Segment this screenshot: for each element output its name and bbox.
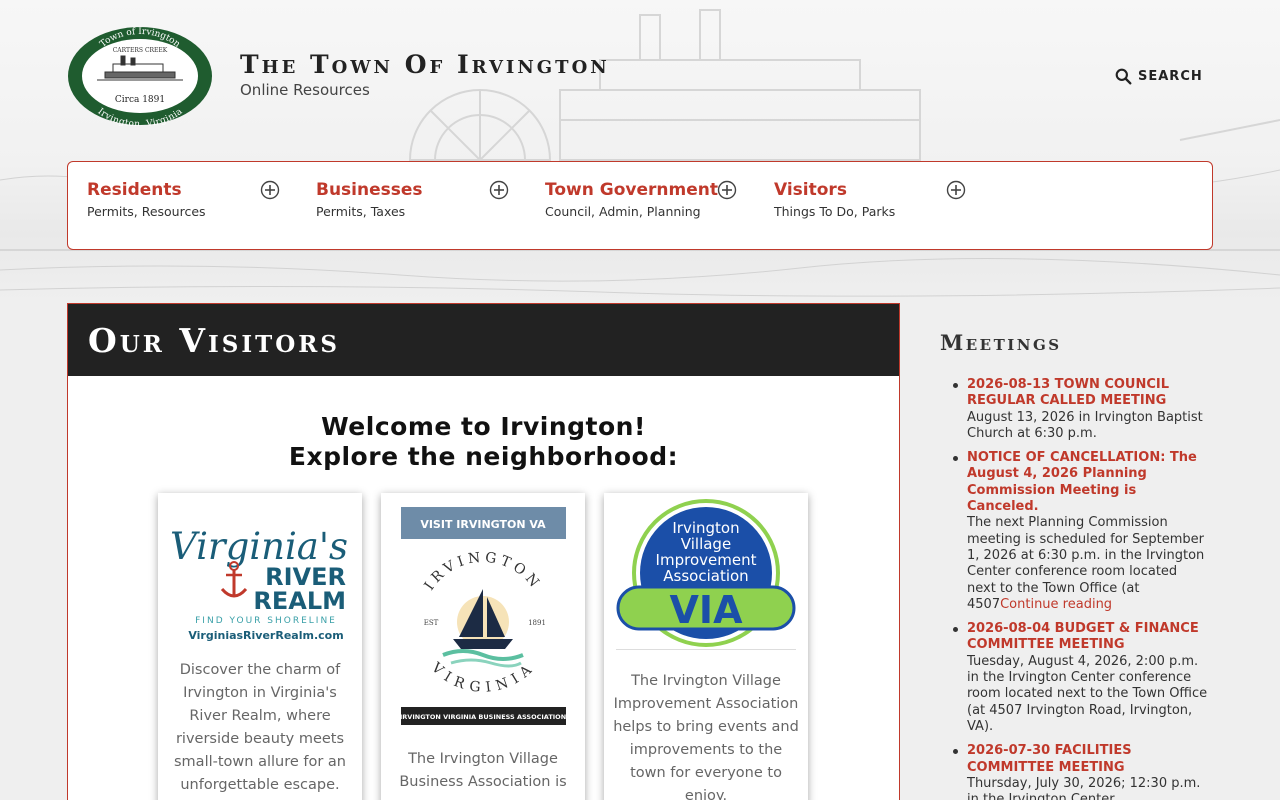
logo-year: 1891: [528, 619, 546, 627]
page-title: Our Visitors: [88, 320, 341, 360]
welcome-heading: Welcome to Irvington! Explore the neighb…: [68, 412, 899, 472]
logo-arc-top: IRVINGTON: [422, 550, 541, 594]
expand-plus-icon[interactable]: [260, 180, 280, 200]
nav-label[interactable]: Town Government: [545, 180, 745, 200]
list-item: NOTICE OF CANCELLATION: The August 4, 20…: [952, 450, 1210, 613]
expand-plus-icon[interactable]: [717, 180, 737, 200]
meeting-description: Thursday, July 30, 2026; 12:30 p.m. in t…: [967, 775, 1201, 800]
nav-label[interactable]: Visitors: [774, 180, 974, 200]
meeting-link[interactable]: 2026-08-13 TOWN COUNCIL REGULAR CALLED M…: [967, 377, 1210, 410]
logo-circa-text: Circa 1891: [115, 95, 165, 105]
site-title[interactable]: The Town Of Irvington: [240, 50, 610, 79]
logo-text: Association: [663, 567, 748, 585]
card-village-improvement[interactable]: Irvington Village Improvement Associatio…: [604, 493, 808, 800]
meetings-sidebar: Meetings 2026-08-13 TOWN COUNCIL REGULAR…: [940, 330, 1210, 800]
meetings-list: 2026-08-13 TOWN COUNCIL REGULAR CALLED M…: [952, 377, 1210, 800]
search-icon: [1115, 68, 1132, 85]
card-description: The Irvington Village Improvement Associ…: [613, 673, 799, 800]
nav-sublabel: Permits, Taxes: [316, 204, 406, 219]
card-river-realm[interactable]: Virginia's RIVER REALM FIND YOUR SHORELI…: [158, 493, 362, 800]
logo-tagline: FIND YOUR SHORELINE: [195, 616, 337, 626]
divider: [616, 649, 796, 650]
page-title-bar: Our Visitors: [68, 304, 899, 376]
main-content: Our Visitors Welcome to Irvington! Explo…: [67, 303, 900, 800]
site-subtitle: Online Resources: [240, 81, 370, 99]
svg-text:IRVINGTON: IRVINGTON: [422, 550, 545, 594]
nav-item-residents[interactable]: Residents Permits, Resources: [87, 180, 287, 219]
card-description: The Irvington Village Business Associati…: [399, 751, 567, 790]
svg-text:VIRGINIA: VIRGINIA: [427, 659, 537, 696]
logo-text: REALM: [253, 587, 346, 615]
nav-sublabel: Things To Do, Parks: [774, 204, 896, 219]
sidebar-heading: Meetings: [940, 330, 1062, 355]
logo-creek-text: CARTERS CREEK: [113, 47, 168, 54]
list-item: 2026-07-30 FACILITIES COMMITTEE MEETING …: [952, 743, 1210, 800]
meeting-description: August 13, 2026 in Irvington Baptist Chu…: [967, 409, 1203, 441]
nav-label[interactable]: Residents: [87, 180, 287, 200]
town-seal-logo[interactable]: Town of Irvington Irvington, Virginia CA…: [67, 26, 213, 130]
meeting-link[interactable]: 2026-08-04 BUDGET & FINANCE COMMITTEE ME…: [967, 621, 1210, 654]
logo-arc-bottom: VIRGINIA: [427, 659, 533, 696]
nav-sublabel: Permits, Resources: [87, 204, 206, 219]
continue-reading-link[interactable]: Continue reading: [1000, 597, 1112, 612]
welcome-line-2: Explore the neighborhood:: [288, 442, 679, 471]
expand-plus-icon[interactable]: [489, 180, 509, 200]
card-business-association[interactable]: VISIT IRVINGTON VA IRVINGTON VIRGINIA ES…: [381, 493, 585, 800]
search-button[interactable]: SEARCH: [1115, 68, 1203, 85]
meeting-description: Tuesday, August 4, 2026, 2:00 p.m. in th…: [967, 653, 1208, 734]
welcome-line-1: Welcome to Irvington!: [321, 412, 646, 441]
nav-sublabel: Council, Admin, Planning: [545, 204, 701, 219]
nav-item-businesses[interactable]: Businesses Permits, Taxes: [316, 180, 516, 219]
business-association-logo[interactable]: VISIT IRVINGTON VA IRVINGTON VIRGINIA ES…: [401, 507, 566, 727]
logo-text: Virginia's: [170, 525, 348, 568]
logo-abbr: VIA: [670, 588, 744, 632]
search-label: SEARCH: [1138, 69, 1203, 84]
card-description: Discover the charm of Irvington in Virgi…: [174, 662, 346, 793]
via-logo[interactable]: Irvington Village Improvement Associatio…: [614, 499, 798, 651]
main-navigation: Residents Permits, Resources Businesses …: [67, 161, 1213, 250]
list-item: 2026-08-13 TOWN COUNCIL REGULAR CALLED M…: [952, 377, 1210, 442]
nav-item-visitors[interactable]: Visitors Things To Do, Parks: [774, 180, 974, 219]
logo-url: VirginiasRiverRealm.com: [188, 629, 343, 642]
expand-plus-icon[interactable]: [946, 180, 966, 200]
nav-item-town-government[interactable]: Town Government Council, Admin, Planning: [545, 180, 745, 219]
logo-est: EST: [424, 619, 439, 627]
meeting-link[interactable]: NOTICE OF CANCELLATION: The August 4, 20…: [967, 450, 1210, 515]
meeting-link[interactable]: 2026-07-30 FACILITIES COMMITTEE MEETING: [967, 743, 1210, 776]
nav-label[interactable]: Businesses: [316, 180, 516, 200]
logo-banner: VISIT IRVINGTON VA: [420, 518, 546, 531]
logo-footer: IRVINGTON VIRGINIA BUSINESS ASSOCIATION: [401, 713, 566, 721]
list-item: 2026-08-04 BUDGET & FINANCE COMMITTEE ME…: [952, 621, 1210, 735]
river-realm-logo[interactable]: Virginia's RIVER REALM FIND YOUR SHORELI…: [166, 497, 354, 647]
